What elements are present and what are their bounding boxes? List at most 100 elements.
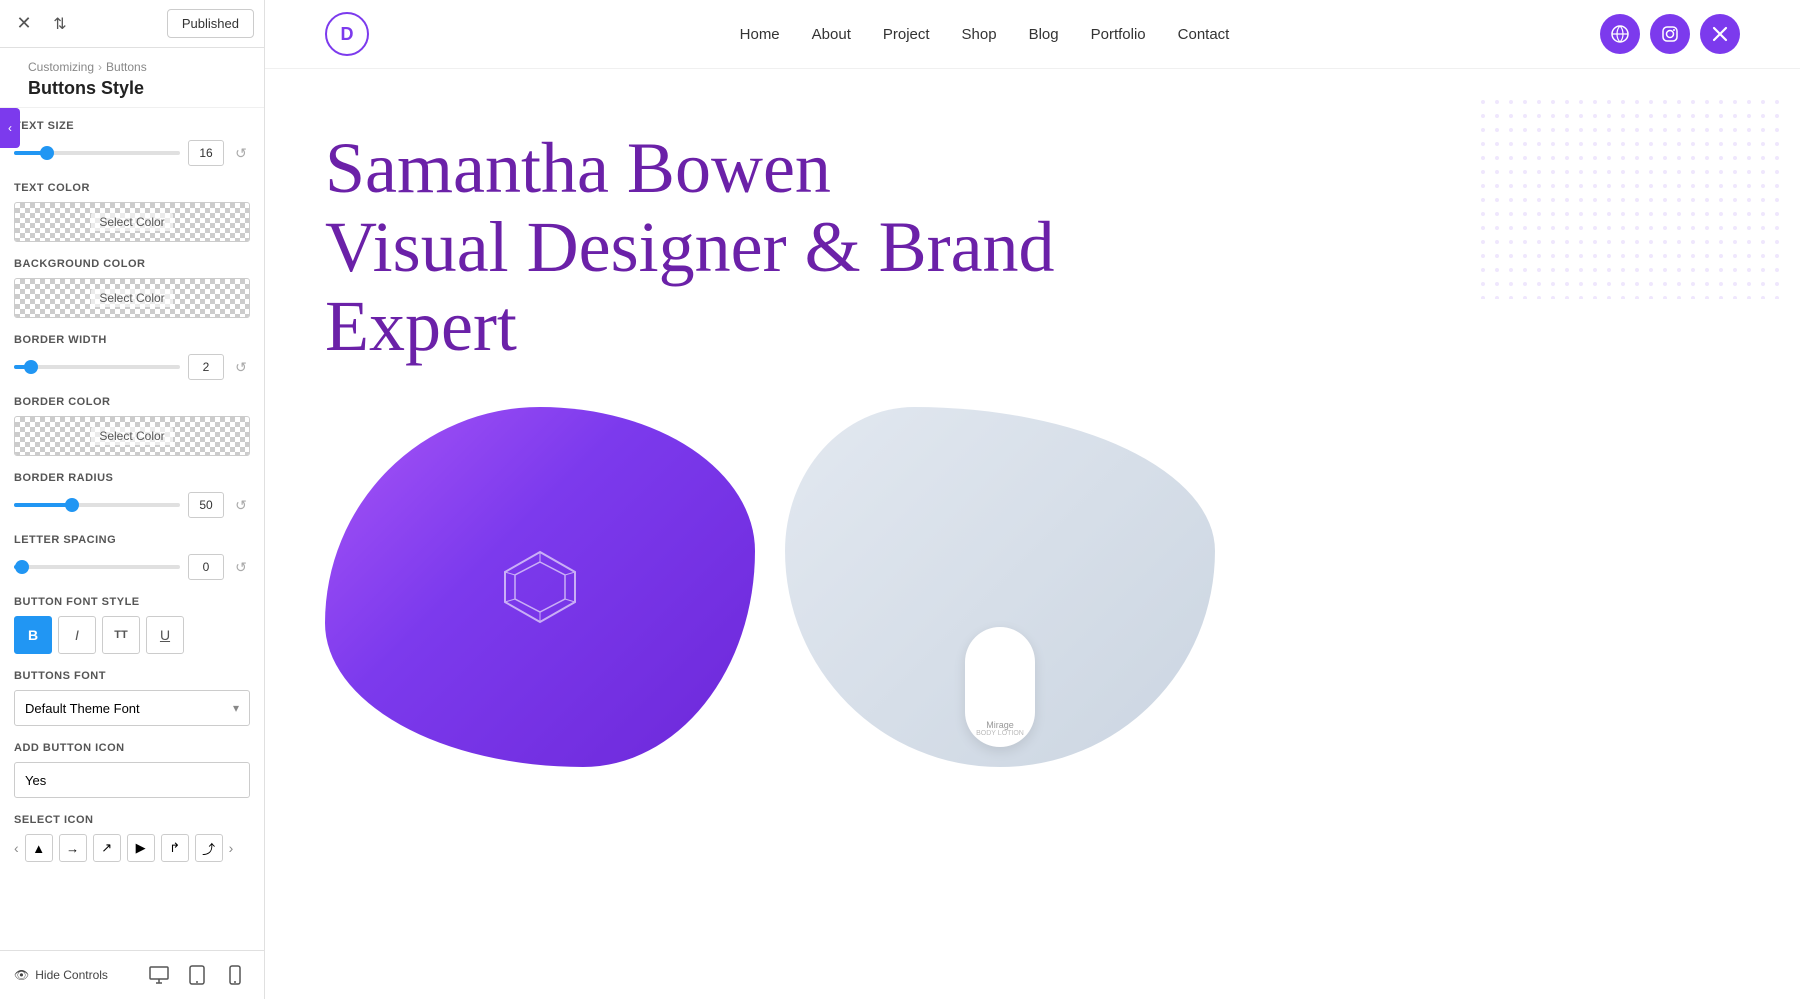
border-width-value[interactable]: 2 bbox=[188, 354, 224, 380]
border-width-group: BORDER WIDTH 2 ↺ bbox=[14, 334, 250, 380]
view-buttons bbox=[144, 961, 250, 989]
navbar-icons bbox=[1600, 14, 1740, 54]
border-width-reset[interactable]: ↺ bbox=[232, 359, 250, 376]
border-color-group: BORDER COLOR Select Color bbox=[14, 396, 250, 456]
geometric-icon bbox=[500, 547, 580, 627]
border-width-slider[interactable] bbox=[14, 365, 180, 369]
add-icon-group: ADD BUTTON ICON Yes bbox=[14, 742, 250, 798]
text-size-group: TEXT SIZE 16 ↺ bbox=[14, 120, 250, 166]
nav-link-contact[interactable]: Contact bbox=[1178, 26, 1230, 43]
text-size-value[interactable]: 16 bbox=[188, 140, 224, 166]
social-web-button[interactable] bbox=[1600, 14, 1640, 54]
hide-controls-button[interactable]: 👁 Hide Controls bbox=[14, 968, 108, 982]
letter-spacing-value[interactable]: 0 bbox=[188, 554, 224, 580]
text-color-group: TEXT COLOR Select Color bbox=[14, 182, 250, 242]
buttons-font-dropdown[interactable]: Default Theme Font ▾ bbox=[14, 690, 250, 726]
add-icon-label: ADD BUTTON ICON bbox=[14, 742, 250, 754]
swap-button[interactable]: ⇅ bbox=[46, 10, 74, 38]
underline-button[interactable]: U bbox=[146, 616, 184, 654]
text-size-slider[interactable] bbox=[14, 151, 180, 155]
breadcrumb-area: Customizing › Buttons Buttons Style bbox=[0, 48, 264, 108]
border-radius-value[interactable]: 50 bbox=[188, 492, 224, 518]
letter-spacing-group: LETTER SPACING 0 ↺ bbox=[14, 534, 250, 580]
panel-title: Buttons Style bbox=[28, 78, 250, 99]
italic-button[interactable]: I bbox=[58, 616, 96, 654]
navbar-links: Home About Project Shop Blog Portfolio C… bbox=[740, 26, 1230, 43]
bg-color-group: BACKGROUND COLOR Select Color bbox=[14, 258, 250, 318]
dot-pattern bbox=[1480, 99, 1780, 299]
font-style-group: BUTTON FONT STYLE B I TT U bbox=[14, 596, 250, 654]
preview-hero: Samantha Bowen Visual Designer & Brand E… bbox=[265, 69, 1800, 407]
navbar-logo: D bbox=[325, 12, 369, 56]
buttons-font-group: BUTTONS FONT Default Theme Font ▾ bbox=[14, 670, 250, 726]
buttons-font-value: Default Theme Font bbox=[25, 701, 140, 716]
border-radius-slider-row: 50 ↺ bbox=[14, 492, 250, 518]
text-size-slider-row: 16 ↺ bbox=[14, 140, 250, 166]
text-size-label: TEXT SIZE bbox=[14, 120, 250, 132]
desktop-view-button[interactable] bbox=[144, 961, 174, 989]
nav-link-portfolio[interactable]: Portfolio bbox=[1091, 26, 1146, 43]
nav-link-about[interactable]: About bbox=[812, 26, 851, 43]
close-button[interactable]: ✕ bbox=[10, 10, 38, 38]
hero-image-2: Mirage BODY LOTION bbox=[785, 407, 1215, 767]
letter-spacing-reset[interactable]: ↺ bbox=[232, 559, 250, 576]
border-width-slider-row: 2 ↺ bbox=[14, 354, 250, 380]
tablet-view-button[interactable] bbox=[182, 961, 212, 989]
tablet-icon bbox=[189, 965, 205, 985]
icon-option-6[interactable]: ⤴ bbox=[195, 834, 223, 862]
desktop-icon bbox=[149, 966, 169, 984]
bold-button[interactable]: B bbox=[14, 616, 52, 654]
icon-option-3[interactable]: ↗ bbox=[93, 834, 121, 862]
bg-color-select-label: Select Color bbox=[91, 289, 172, 307]
bg-color-picker[interactable]: Select Color bbox=[14, 278, 250, 318]
select-icon-group: SELECT ICON ‹ ▲ → ↗ ▶ ↱ ⤴ › bbox=[14, 814, 250, 862]
icon-scroll-prev[interactable]: ‹ bbox=[14, 840, 19, 856]
published-button[interactable]: Published bbox=[167, 9, 254, 38]
nav-link-shop[interactable]: Shop bbox=[962, 26, 997, 43]
border-radius-group: BORDER RADIUS 50 ↺ bbox=[14, 472, 250, 518]
text-color-label: TEXT COLOR bbox=[14, 182, 250, 194]
preview-navbar: D Home About Project Shop Blog Portfolio… bbox=[265, 0, 1800, 69]
nav-link-blog[interactable]: Blog bbox=[1029, 26, 1059, 43]
icon-scroll-row: ‹ ▲ → ↗ ▶ ↱ ⤴ › bbox=[14, 834, 250, 862]
hero-line2: Visual Designer & Brand bbox=[325, 207, 1055, 287]
nav-link-project[interactable]: Project bbox=[883, 26, 930, 43]
text-size-reset[interactable]: ↺ bbox=[232, 145, 250, 162]
text-color-picker[interactable]: Select Color bbox=[14, 202, 250, 242]
border-radius-reset[interactable]: ↺ bbox=[232, 497, 250, 514]
icon-option-1[interactable]: ▲ bbox=[25, 834, 53, 862]
social-twitter-button[interactable] bbox=[1700, 14, 1740, 54]
nav-link-home[interactable]: Home bbox=[740, 26, 780, 43]
add-icon-input[interactable]: Yes bbox=[14, 762, 250, 798]
icon-option-4[interactable]: ▶ bbox=[127, 834, 155, 862]
font-style-row: B I TT U bbox=[14, 616, 250, 654]
mobile-view-button[interactable] bbox=[220, 961, 250, 989]
icon-scroll-next[interactable]: › bbox=[229, 840, 234, 856]
buttons-font-label: BUTTONS FONT bbox=[14, 670, 250, 682]
dropdown-arrow-icon: ▾ bbox=[233, 701, 239, 715]
social-instagram-button[interactable] bbox=[1650, 14, 1690, 54]
border-color-picker[interactable]: Select Color bbox=[14, 416, 250, 456]
letter-spacing-slider[interactable] bbox=[14, 565, 180, 569]
bg-color-label: BACKGROUND COLOR bbox=[14, 258, 250, 270]
text-color-select-label: Select Color bbox=[91, 213, 172, 231]
add-icon-value: Yes bbox=[25, 773, 46, 788]
border-color-label: BORDER COLOR bbox=[14, 396, 250, 408]
x-icon bbox=[1712, 26, 1728, 42]
hero-title: Samantha Bowen Visual Designer & Brand E… bbox=[325, 129, 1125, 367]
preview-area: D Home About Project Shop Blog Portfolio… bbox=[265, 0, 1800, 999]
controls-area: TEXT SIZE 16 ↺ TEXT COLOR Select Color bbox=[0, 108, 264, 950]
allcaps-button[interactable]: TT bbox=[102, 616, 140, 654]
top-bar-left: ✕ ⇅ bbox=[10, 10, 74, 38]
hero-line1: Samantha Bowen bbox=[325, 128, 831, 208]
hero-image-1 bbox=[325, 407, 755, 767]
icon-option-5[interactable]: ↱ bbox=[161, 834, 189, 862]
border-radius-slider[interactable] bbox=[14, 503, 180, 507]
border-color-select-label: Select Color bbox=[91, 427, 172, 445]
back-button[interactable]: ‹ bbox=[0, 108, 20, 148]
hide-controls-label: Hide Controls bbox=[35, 968, 108, 982]
select-icon-label: SELECT ICON bbox=[14, 814, 250, 826]
letter-spacing-slider-row: 0 ↺ bbox=[14, 554, 250, 580]
instagram-icon bbox=[1661, 25, 1679, 43]
icon-option-2[interactable]: → bbox=[59, 834, 87, 862]
